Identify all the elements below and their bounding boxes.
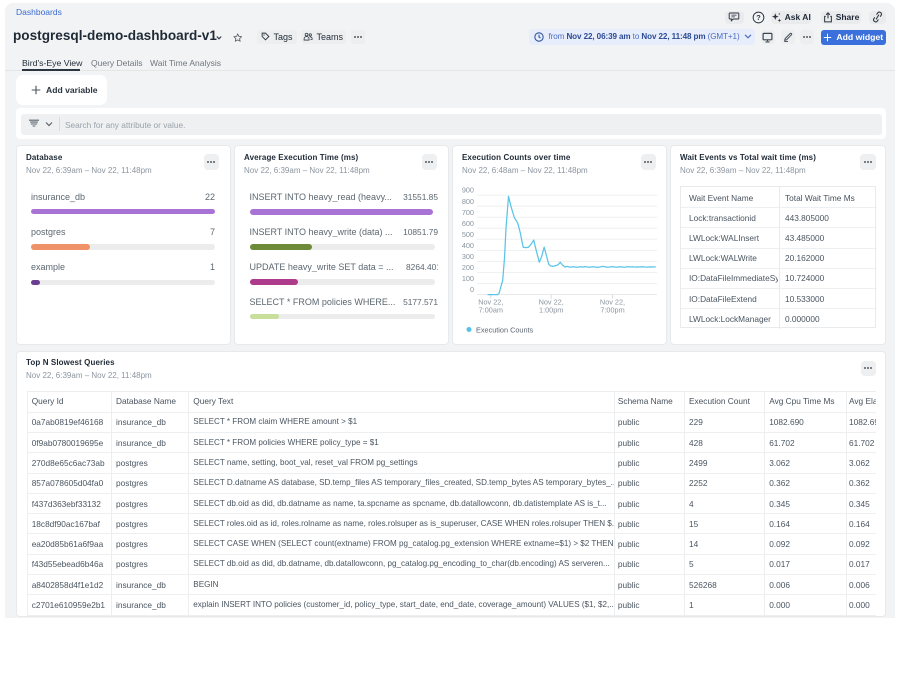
- svg-text:1:00pm: 1:00pm: [539, 306, 563, 315]
- svg-text:900: 900: [462, 186, 474, 195]
- svg-text:100: 100: [462, 274, 474, 283]
- svg-text:7:00am: 7:00am: [479, 306, 503, 315]
- svg-text:300: 300: [462, 252, 474, 261]
- svg-text:700: 700: [462, 208, 474, 217]
- svg-text:200: 200: [462, 263, 474, 272]
- svg-text:600: 600: [462, 219, 474, 228]
- svg-text:0: 0: [470, 285, 474, 294]
- svg-text:500: 500: [462, 230, 474, 239]
- svg-text:800: 800: [462, 197, 474, 206]
- svg-text:400: 400: [462, 241, 474, 250]
- svg-text:?: ?: [756, 13, 761, 22]
- svg-text:Execution Counts: Execution Counts: [476, 325, 534, 334]
- svg-text:7:00pm: 7:00pm: [600, 306, 624, 315]
